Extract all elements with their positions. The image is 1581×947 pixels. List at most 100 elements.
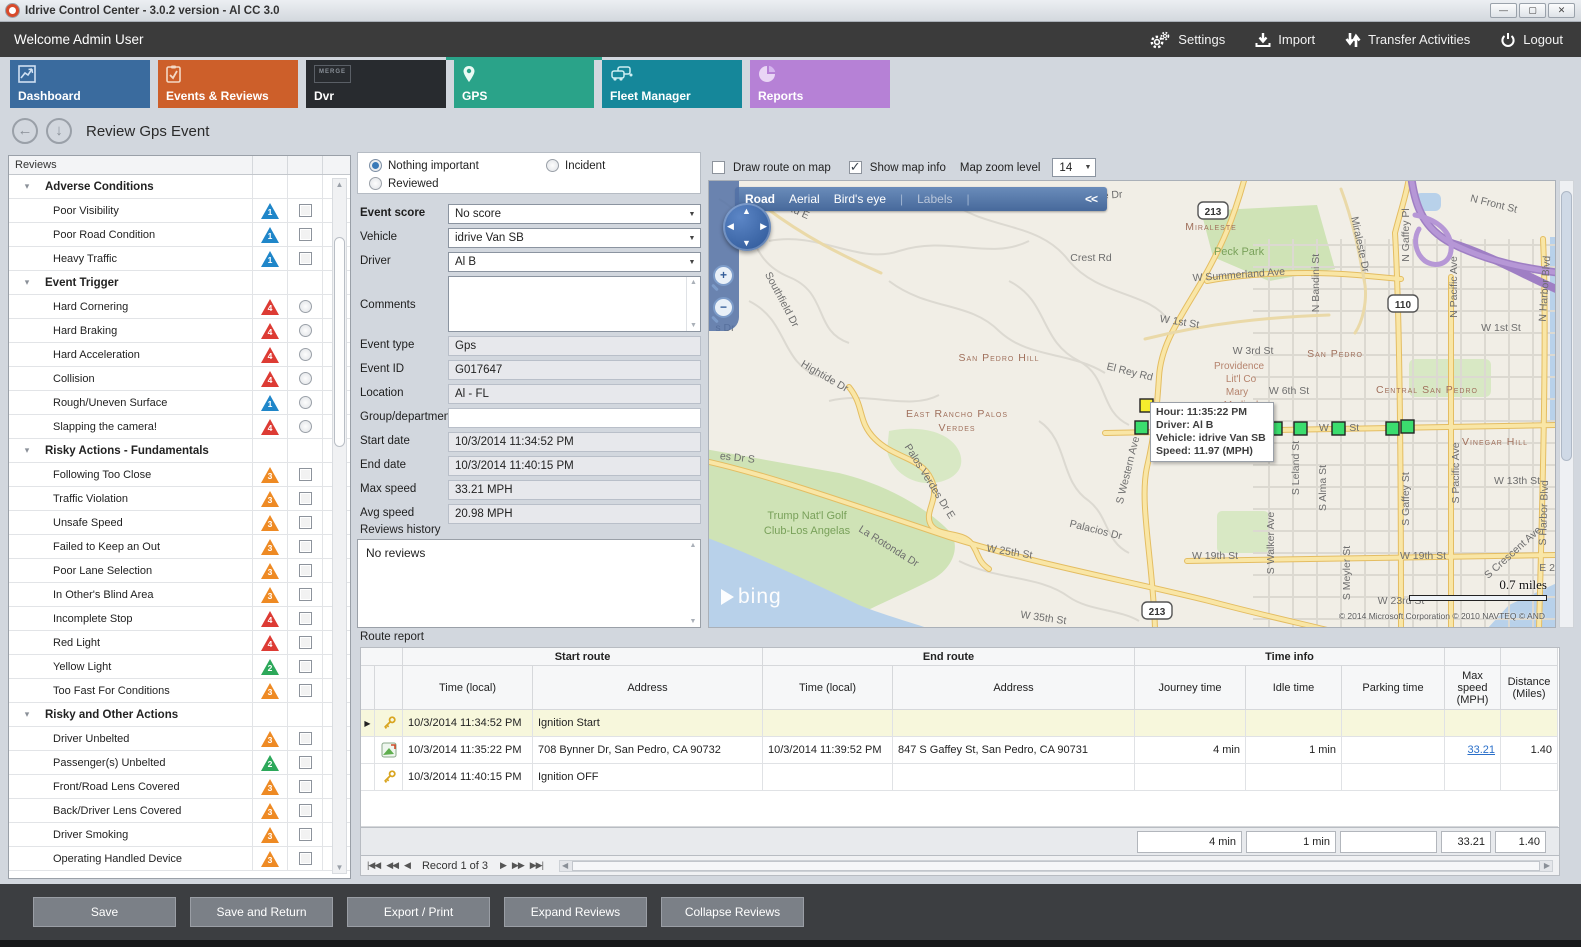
chevron-down-icon[interactable]: ▼ xyxy=(1084,164,1095,171)
map-nav-birds-eye[interactable]: Bird's eye xyxy=(834,192,886,206)
record-next-page-icon[interactable]: ▶▶ xyxy=(512,860,524,871)
review-checkbox[interactable] xyxy=(299,564,312,577)
scroll-thumb[interactable] xyxy=(334,237,345,447)
record-last-icon[interactable]: ▶▶| xyxy=(530,860,543,871)
comments-textarea[interactable]: ▲▼ xyxy=(448,276,701,332)
review-item-row[interactable]: In Other's Blind Area3 xyxy=(9,583,350,607)
tab-gps[interactable]: GPS xyxy=(454,60,594,108)
record-prev-icon[interactable]: ◀ xyxy=(404,860,410,871)
status-reviewed[interactable]: Reviewed xyxy=(369,177,439,190)
review-item-row[interactable]: Poor Road Condition1 xyxy=(9,223,350,247)
pan-down-icon[interactable]: ▼ xyxy=(742,238,751,248)
review-item-row[interactable]: Poor Lane Selection3 xyxy=(9,559,350,583)
review-item-row[interactable]: Driver Unbelted3 xyxy=(9,727,350,751)
settings-button[interactable]: Settings xyxy=(1149,31,1225,49)
down-button[interactable]: ↓ xyxy=(46,118,72,144)
review-item-row[interactable]: Too Fast For Conditions3 xyxy=(9,679,350,703)
history-scrollbar[interactable]: ▲▼ xyxy=(686,540,700,627)
review-checkbox[interactable] xyxy=(299,660,312,673)
reviews-scrollbar[interactable]: ▲ ▼ xyxy=(332,178,347,874)
pan-right-icon[interactable]: ▶ xyxy=(760,221,767,232)
review-checkbox[interactable] xyxy=(299,684,312,697)
review-item-row[interactable]: Heavy Traffic1 xyxy=(9,247,350,271)
review-radio[interactable] xyxy=(299,324,312,337)
maximize-button[interactable]: ▢ xyxy=(1519,3,1546,18)
collapse-arrow-icon[interactable]: ▾ xyxy=(9,277,45,288)
scroll-up-icon[interactable]: ▲ xyxy=(333,180,346,189)
record-prev-page-icon[interactable]: ◀◀ xyxy=(386,860,398,871)
review-checkbox[interactable] xyxy=(299,780,312,793)
chevron-down-icon[interactable]: ▼ xyxy=(684,229,700,247)
reviews-section-row[interactable]: ▾Risky Actions - Fundamentals xyxy=(9,439,350,463)
tab-dvr[interactable]: MERGE Dvr xyxy=(306,60,446,108)
pan-up-icon[interactable]: ▲ xyxy=(742,206,751,216)
review-checkbox[interactable] xyxy=(299,636,312,649)
review-item-row[interactable]: Hard Braking4 xyxy=(9,319,350,343)
review-item-row[interactable]: Unsafe Speed3 xyxy=(9,511,350,535)
review-checkbox[interactable] xyxy=(299,732,312,745)
collapse-arrow-icon[interactable]: ▾ xyxy=(9,181,45,192)
save-and-return-button[interactable]: Save and Return xyxy=(190,897,333,927)
minimize-button[interactable]: — xyxy=(1490,3,1517,18)
textarea-scrollbar[interactable]: ▲▼ xyxy=(686,277,700,331)
draw-route-checkbox[interactable] xyxy=(712,161,725,174)
review-checkbox[interactable] xyxy=(299,468,312,481)
export-print-button[interactable]: Export / Print xyxy=(347,897,490,927)
route-point-marker[interactable] xyxy=(1294,422,1307,435)
tab-reports[interactable]: Reports xyxy=(750,60,890,108)
back-button[interactable]: ← xyxy=(12,118,38,144)
scroll-right-icon[interactable]: ▶ xyxy=(1544,861,1550,870)
tab-events-reviews[interactable]: Events & Reviews xyxy=(158,60,298,108)
review-item-row[interactable]: Operating Handled Device3 xyxy=(9,847,350,871)
expand-reviews-button[interactable]: Expand Reviews xyxy=(504,897,647,927)
review-item-row[interactable]: Following Too Close3 xyxy=(9,463,350,487)
map-compass-control[interactable]: ▲ ▼ ◀ ▶ xyxy=(723,203,771,251)
review-checkbox[interactable] xyxy=(299,828,312,841)
radio-icon[interactable] xyxy=(369,177,382,190)
tab-dashboard[interactable]: Dashboard xyxy=(10,60,150,108)
review-item-row[interactable]: Red Light4 xyxy=(9,631,350,655)
review-item-row[interactable]: Rough/Uneven Surface1 xyxy=(9,391,350,415)
record-first-icon[interactable]: |◀◀ xyxy=(367,860,380,871)
review-item-row[interactable]: Traffic Violation3 xyxy=(9,487,350,511)
chevron-down-icon[interactable]: ▼ xyxy=(684,253,700,271)
review-checkbox[interactable] xyxy=(299,612,312,625)
review-item-row[interactable]: Front/Road Lens Covered3 xyxy=(9,775,350,799)
group-department-field[interactable] xyxy=(448,408,701,428)
review-checkbox[interactable] xyxy=(299,756,312,769)
map-vertical-scrollbar[interactable] xyxy=(1559,180,1574,628)
map-zoom-out-button[interactable]: − xyxy=(713,297,734,318)
collapse-arrow-icon[interactable]: ▾ xyxy=(9,445,45,456)
review-item-row[interactable]: Poor Visibility1 xyxy=(9,199,350,223)
route-point-marker[interactable] xyxy=(1135,421,1148,434)
collapse-reviews-button[interactable]: Collapse Reviews xyxy=(661,897,804,927)
review-item-row[interactable]: Driver Smoking3 xyxy=(9,823,350,847)
reviews-section-row[interactable]: ▾Event Trigger xyxy=(9,271,350,295)
review-radio[interactable] xyxy=(299,420,312,433)
pan-left-icon[interactable]: ◀ xyxy=(727,221,734,232)
review-item-row[interactable]: Incomplete Stop4 xyxy=(9,607,350,631)
review-checkbox[interactable] xyxy=(299,516,312,529)
review-checkbox[interactable] xyxy=(299,540,312,553)
map-zoom-select[interactable]: 14▼ xyxy=(1052,158,1096,177)
vehicle-select[interactable]: idrive Van SB▼ xyxy=(448,228,701,248)
map-zoom-in-button[interactable]: + xyxy=(713,265,734,286)
review-radio[interactable] xyxy=(299,372,312,385)
reviews-section-row[interactable]: ▾Risky and Other Actions xyxy=(9,703,350,727)
radio-icon[interactable] xyxy=(369,159,382,172)
review-item-row[interactable]: Hard Acceleration4 xyxy=(9,343,350,367)
tab-fleet-manager[interactable]: Fleet Manager xyxy=(602,60,742,108)
review-checkbox[interactable] xyxy=(299,228,312,241)
review-item-row[interactable]: Back/Driver Lens Covered3 xyxy=(9,799,350,823)
save-button[interactable]: Save xyxy=(33,897,176,927)
logout-button[interactable]: Logout xyxy=(1500,32,1563,48)
event-score-select[interactable]: No score▼ xyxy=(448,204,701,224)
review-item-row[interactable]: Passenger(s) Unbelted2 xyxy=(9,751,350,775)
review-radio[interactable] xyxy=(299,396,312,409)
map-nav-collapse-button[interactable]: << xyxy=(1085,192,1097,206)
chevron-down-icon[interactable]: ▼ xyxy=(684,205,700,223)
radio-icon[interactable] xyxy=(546,159,559,172)
review-radio[interactable] xyxy=(299,300,312,313)
max-speed-link[interactable]: 33.21 xyxy=(1467,744,1495,756)
record-next-icon[interactable]: ▶ xyxy=(500,860,506,871)
